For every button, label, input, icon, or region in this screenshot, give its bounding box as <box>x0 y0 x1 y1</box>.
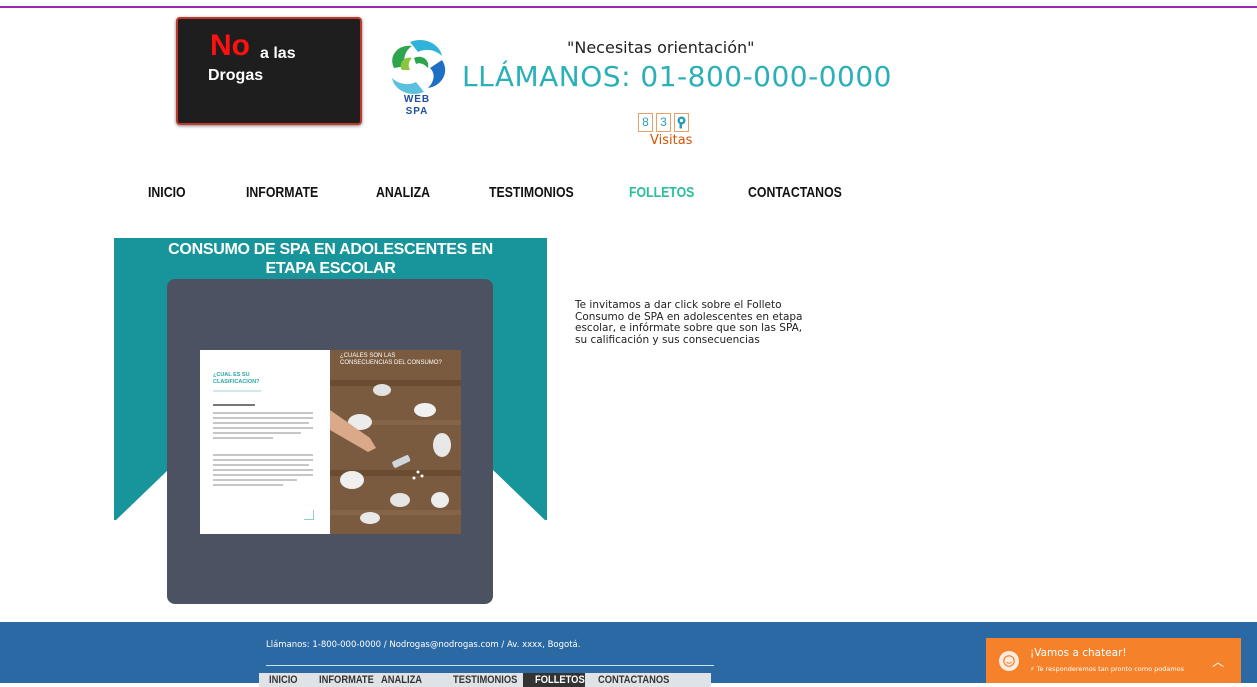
chevron-up-icon[interactable]: ︿ <box>1212 653 1224 670</box>
footer-nav-item-contactanos[interactable]: CONTACTANOS <box>598 674 669 686</box>
chat-avatar-icon <box>999 651 1019 671</box>
brochure-title-line1: CONSUMO DE SPA EN ADOLESCENTES EN <box>168 241 493 258</box>
counter-digit: 8 <box>638 113 653 132</box>
footer-nav-item-informate[interactable]: INFORMATE <box>319 674 374 686</box>
footer-nav: INICIO INFORMATE ANALIZA TESTIMONIOS FOL… <box>259 673 711 687</box>
brochure-page-left[interactable]: ¿CUAL ES SU CLASIFICACION? <box>200 350 330 534</box>
visitor-counter: 8 3 <box>638 113 689 132</box>
banner-ribbon-notch-right <box>493 470 547 522</box>
footer-nav-item-folletos[interactable]: FOLLETOS <box>535 674 585 686</box>
brochure-right-caption: ¿CUALES SON LAS CONSECUENCIAS DEL CONSUM… <box>340 353 442 367</box>
brochure-text-line <box>213 427 313 429</box>
brochure-title-line2: ETAPA ESCOLAR <box>265 260 396 277</box>
header-phone: LLÁMANOS: 01-800-000-0000 <box>462 60 892 93</box>
nav-item-contactanos[interactable]: CONTACTANOS <box>748 184 842 201</box>
header-tagline: "Necesitas orientación" <box>567 38 755 57</box>
brochure-text-line <box>213 404 255 406</box>
brochure-text-line <box>213 464 309 466</box>
visitor-counter-icon[interactable] <box>674 113 689 132</box>
nav-item-analiza[interactable]: ANALIZA <box>376 184 430 201</box>
brochure-rule <box>213 390 261 392</box>
brochure-left-title: ¿CUAL ES SU CLASIFICACION? <box>213 372 259 386</box>
brochure-text-line <box>213 459 313 461</box>
brochure-left-title-line1: ¿CUAL ES SU <box>213 372 250 378</box>
brochure-text-line <box>213 479 297 481</box>
brochure-right-caption-line2: CONSECUENCIAS DEL CONSUMO? <box>340 360 442 366</box>
logo-drogas-text: Drogas <box>208 67 264 84</box>
footer-nav-item-testimonios[interactable]: TESTIMONIOS <box>453 674 517 686</box>
web-spa-logo: WEB SPA <box>384 38 450 122</box>
brochure-text-line <box>213 417 313 419</box>
nav-item-testimonios[interactable]: TESTIMONIOS <box>489 184 574 201</box>
brochure-title: CONSUMO DE SPA EN ADOLESCENTES EN ETAPA … <box>114 240 547 278</box>
top-accent-line <box>0 6 1257 8</box>
logo-no-text: No <box>210 29 250 62</box>
site-logo[interactable]: No a las Drogas <box>176 17 362 125</box>
footer-contact-info: Llámanos: 1-800-000-0000 / Nodrogas@nodr… <box>266 640 581 650</box>
counter-digit: 3 <box>656 113 671 132</box>
brochure-text-line <box>213 437 273 439</box>
brochure-text-line <box>213 484 283 486</box>
brochure-corner-mark <box>304 510 314 520</box>
spa-logo-text-spa: SPA <box>405 106 429 117</box>
chat-subtitle: ⚡ Te responderemos tan pronto como podam… <box>1030 665 1184 673</box>
brochure-photo <box>330 350 461 534</box>
spa-swirl-icon <box>392 39 446 95</box>
main-nav: INICIO INFORMATE ANALIZA TESTIMONIOS FOL… <box>0 184 1257 204</box>
chat-subtitle-text: Te responderemos tan pronto como podamos <box>1036 665 1185 673</box>
logo-a-las-text: a las <box>260 45 296 62</box>
visitor-counter-label: Visitas <box>650 133 693 148</box>
chat-widget[interactable]: ¡Vamos a chatear! ⚡ Te responderemos tan… <box>986 638 1241 683</box>
brochure-left-title-line2: CLASIFICACION? <box>213 379 260 385</box>
brochure-text-line <box>213 432 301 434</box>
brochure-text-line <box>213 469 313 471</box>
brochure-right-caption-line1: ¿CUALES SON LAS <box>340 353 396 359</box>
brochure-text-line <box>213 412 313 414</box>
brochure-text-line <box>213 422 309 424</box>
nav-item-informate[interactable]: INFORMATE <box>246 184 318 201</box>
brochure-text-line <box>213 474 313 476</box>
chat-title: ¡Vamos a chatear! <box>1030 647 1127 659</box>
lightning-icon: ⚡ <box>1030 665 1035 673</box>
footer-nav-item-inicio[interactable]: INICIO <box>269 674 298 686</box>
brochure-text-line <box>213 454 313 456</box>
spa-logo-text-web: WEB <box>403 94 431 105</box>
banner-ribbon-notch-left <box>114 470 168 522</box>
brochure-page-right[interactable]: ¿CUALES SON LAS CONSECUENCIAS DEL CONSUM… <box>330 350 461 534</box>
nav-item-folletos[interactable]: FOLLETOS <box>629 184 694 201</box>
footer-divider <box>266 665 714 666</box>
nav-item-inicio[interactable]: INICIO <box>148 184 186 201</box>
footer-nav-item-analiza[interactable]: ANALIZA <box>381 674 422 686</box>
brochure-description: Te invitamos a dar click sobre el Follet… <box>575 299 803 346</box>
